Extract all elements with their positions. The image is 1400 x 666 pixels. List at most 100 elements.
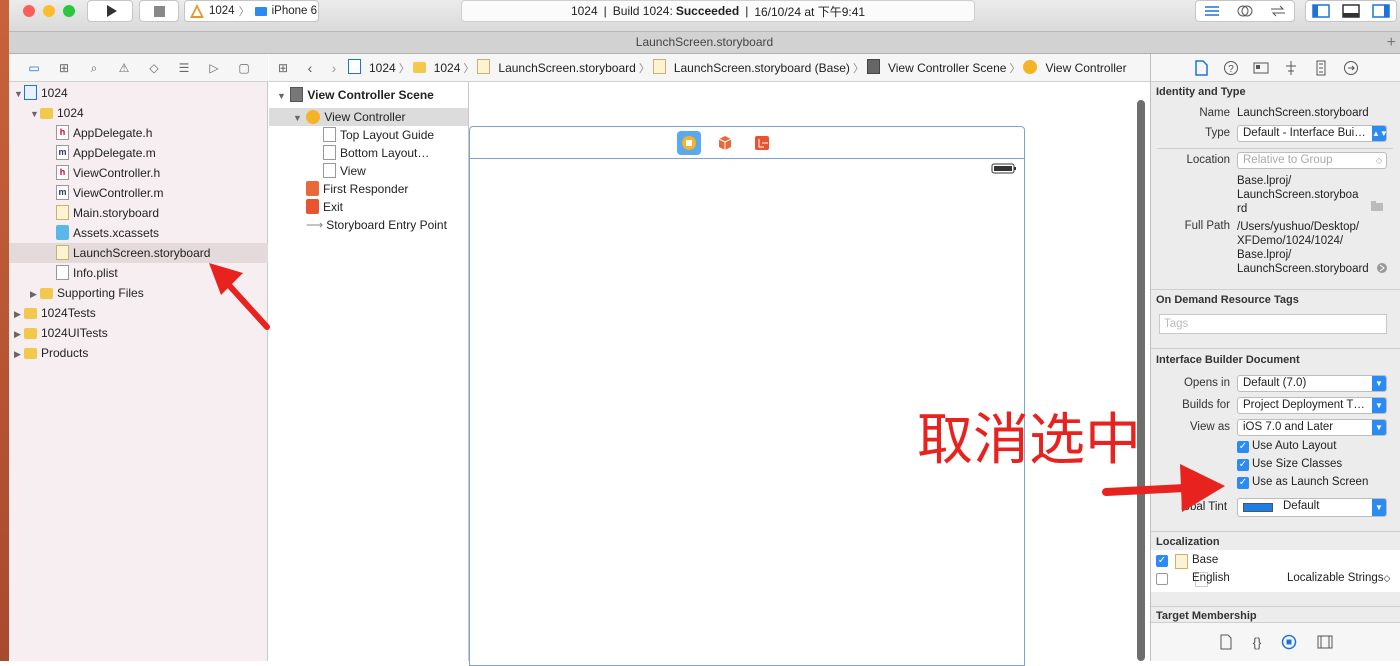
debug-navigator-icon[interactable]: ☰ (175, 60, 193, 76)
folder-icon (24, 308, 37, 320)
editor-mode-segmented[interactable] (1195, 0, 1295, 22)
name-label: Name (1199, 107, 1230, 119)
nav-item-main-storyboard[interactable]: Main.storyboard (9, 203, 268, 223)
first-responder-icon[interactable] (716, 134, 734, 152)
project-navigator-icon[interactable]: ▭ (25, 60, 43, 76)
outline-scene[interactable]: ▼ View Controller Scene (269, 86, 468, 104)
scheme-selector[interactable]: 1024 〉 iPhone 6 (184, 0, 319, 22)
forward-icon[interactable]: › (323, 60, 345, 76)
disclosure-closed-icon[interactable]: ▶ (30, 284, 40, 304)
file-inspector-icon[interactable] (1193, 59, 1209, 76)
disclosure-closed-icon[interactable]: ▶ (14, 344, 24, 364)
loc-english-popup[interactable]: Localizable Strings◇ (1287, 572, 1390, 584)
on-demand-title: On Demand Resource Tags (1156, 294, 1299, 306)
code-snippet-library-icon[interactable]: {} (1253, 635, 1262, 650)
debug-toggle-icon[interactable] (1342, 4, 1360, 18)
nav-item-1024[interactable]: ▼ 1024 (9, 103, 268, 123)
view-controller-icon (1023, 59, 1038, 74)
standard-editor-icon[interactable] (1203, 4, 1221, 18)
outline-first-responder[interactable]: First Responder (269, 180, 468, 198)
breakpoint-navigator-icon[interactable]: ▷ (205, 60, 223, 76)
location-popup[interactable]: Relative to Group ◇ (1237, 152, 1387, 169)
view-toggle-segmented[interactable] (1305, 0, 1397, 22)
version-editor-icon[interactable] (1269, 4, 1287, 18)
assistant-editor-icon[interactable] (1236, 4, 1254, 18)
related-items-icon[interactable]: ⊞ (269, 61, 297, 75)
folder-icon (40, 288, 53, 300)
media-library-icon[interactable] (1317, 634, 1333, 650)
disclosure-open-icon[interactable]: ▼ (293, 109, 303, 127)
opens-in-popup[interactable]: Default (7.0) ▼ (1237, 375, 1387, 392)
crumb-viewcontroller[interactable]: View Controller (1020, 59, 1129, 75)
outline-view[interactable]: View (269, 162, 468, 180)
file-template-library-icon[interactable] (1219, 634, 1233, 650)
activity-build: Build 1024: (612, 4, 673, 18)
size-inspector-icon[interactable] (1313, 60, 1329, 76)
disclosure-closed-icon[interactable]: ▶ (14, 304, 24, 324)
quick-help-icon[interactable]: ? (1223, 60, 1239, 76)
global-tint-popup[interactable]: Default ▼ (1237, 498, 1387, 517)
view-controller-dock-button[interactable] (677, 131, 701, 155)
opens-in-label: Opens in (1183, 377, 1230, 389)
nav-item-1024[interactable]: ▼ 1024 (9, 83, 268, 103)
tab-launchscreen[interactable]: LaunchScreen.storyboard (636, 35, 773, 49)
crumb-project[interactable]: 1024 (345, 59, 399, 75)
outline-storyboard-entry-point[interactable]: ⟶ Storyboard Entry Point (269, 216, 468, 234)
minimize-window-button[interactable] (43, 5, 55, 17)
nav-item-products[interactable]: ▶ Products (9, 343, 268, 363)
disclosure-open-icon[interactable]: ▼ (277, 87, 287, 105)
back-icon[interactable]: ‹ (297, 60, 323, 76)
find-navigator-icon[interactable]: ⌕ (85, 60, 103, 76)
folder-reveal-icon[interactable] (1370, 200, 1384, 212)
nav-item-appdelegate-m[interactable]: m AppDelegate.m (9, 143, 268, 163)
project-icon (348, 59, 361, 74)
nav-item-viewcontroller-m[interactable]: m ViewController.m (9, 183, 268, 203)
header-file-icon: h (56, 165, 69, 181)
exit-icon[interactable] (753, 134, 771, 152)
outline-exit[interactable]: Exit (269, 198, 468, 216)
crumb-group[interactable]: 1024 (410, 61, 464, 75)
close-window-button[interactable] (23, 5, 35, 17)
loc-english-checkbox[interactable] (1156, 573, 1168, 585)
chevron-right-icon: 〉 (398, 62, 410, 75)
inspector-selector-bar: ? (1151, 54, 1400, 82)
crumb-scene[interactable]: View Controller Scene (864, 59, 1010, 75)
attributes-inspector-icon[interactable] (1283, 60, 1299, 76)
crumb-base[interactable]: LaunchScreen.storyboard (Base) (650, 59, 853, 75)
canvas-scrollbar[interactable] (1137, 100, 1145, 661)
launch-screen-checkbox[interactable]: ✓ (1237, 477, 1249, 489)
type-popup[interactable]: Default - Interface Bui… ▲▼ (1237, 125, 1387, 142)
auto-layout-checkbox[interactable]: ✓ (1237, 441, 1249, 453)
utilities-toggle-icon[interactable] (1372, 4, 1390, 18)
symbol-navigator-icon[interactable]: ⊞ (55, 60, 73, 76)
issue-navigator-icon[interactable]: ⚠ (115, 60, 133, 76)
disclosure-open-icon[interactable]: ▼ (14, 84, 24, 104)
disclosure-closed-icon[interactable]: ▶ (14, 324, 24, 344)
nav-item-label: 1024Tests (41, 306, 96, 320)
size-classes-checkbox[interactable]: ✓ (1237, 459, 1249, 471)
outline-view-controller[interactable]: ▼ View Controller (269, 108, 468, 126)
run-button[interactable] (87, 0, 133, 22)
navigator-toggle-icon[interactable] (1312, 4, 1330, 18)
loc-base-checkbox[interactable]: ✓ (1156, 555, 1168, 567)
crumb-file[interactable]: LaunchScreen.storyboard (474, 59, 638, 75)
view-as-popup[interactable]: iOS 7.0 and Later ▼ (1237, 419, 1387, 436)
identity-inspector-icon[interactable] (1253, 60, 1269, 76)
name-value[interactable]: LaunchScreen.storyboard (1237, 106, 1369, 120)
connections-inspector-icon[interactable] (1343, 60, 1359, 76)
nav-item-appdelegate-h[interactable]: h AppDelegate.h (9, 123, 268, 143)
reveal-arrow-icon[interactable] (1376, 262, 1388, 274)
disclosure-open-icon[interactable]: ▼ (30, 104, 40, 124)
report-navigator-icon[interactable]: ▢ (235, 60, 253, 76)
nav-item-assets-xcassets[interactable]: Assets.xcassets (9, 223, 268, 243)
tags-field[interactable]: Tags (1159, 314, 1387, 334)
nav-item-viewcontroller-h[interactable]: h ViewController.h (9, 163, 268, 183)
zoom-window-button[interactable] (63, 5, 75, 17)
outline-bottom-layout-guide[interactable]: Bottom Layout… (269, 144, 468, 162)
stop-button[interactable] (139, 0, 179, 22)
object-library-icon[interactable] (1281, 634, 1297, 650)
add-tab-icon[interactable]: + (1387, 32, 1396, 53)
test-navigator-icon[interactable]: ◇ (145, 60, 163, 76)
outline-top-layout-guide[interactable]: Top Layout Guide (269, 126, 468, 144)
builds-for-popup[interactable]: Project Deployment T… ▼ (1237, 397, 1387, 414)
